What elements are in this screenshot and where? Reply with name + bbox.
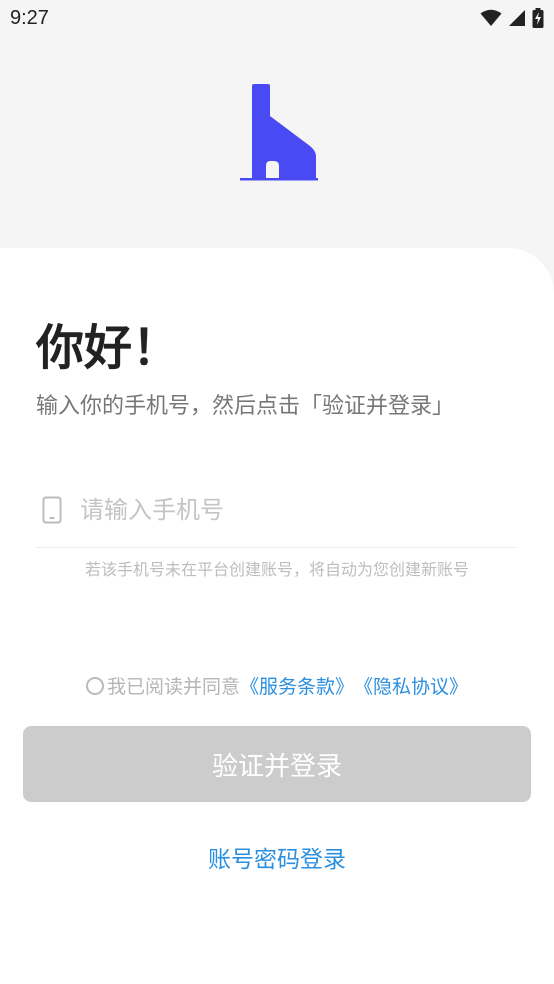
privacy-link[interactable]: 《隐私协议》	[354, 672, 468, 699]
app-logo	[240, 84, 318, 181]
battery-charging-icon	[532, 8, 544, 28]
new-account-hint: 若该手机号未在平台创建账号，将自动为您创建新账号	[84, 560, 469, 579]
phone-field-divider	[36, 547, 517, 548]
login-subtitle: 输入你的手机号，然后点击「验证并登录」	[36, 394, 455, 419]
status-time: 9:27	[10, 7, 49, 29]
status-bar: 9:27	[0, 0, 554, 38]
agreement-row: 我已阅读并同意 《服务条款》 《隐私协议》	[0, 672, 554, 699]
phone-icon	[42, 496, 62, 524]
wifi-icon	[480, 9, 502, 26]
agreement-text: 我已阅读并同意	[106, 676, 240, 698]
terms-link[interactable]: 《服务条款》	[240, 672, 354, 699]
verify-login-button[interactable]: 验证并登录	[23, 726, 531, 802]
greeting-title: 你好！	[36, 320, 181, 376]
agreement-radio[interactable]	[85, 676, 104, 695]
phone-input[interactable]	[80, 490, 500, 530]
status-icons	[480, 8, 544, 28]
password-login-link[interactable]: 账号密码登录	[0, 840, 554, 874]
signal-icon	[509, 10, 525, 26]
phone-field-row	[36, 486, 516, 534]
login-screen: 9:27 你好！ 输入你的手机号，然后点击「验证并登录」 若该手	[0, 0, 554, 984]
